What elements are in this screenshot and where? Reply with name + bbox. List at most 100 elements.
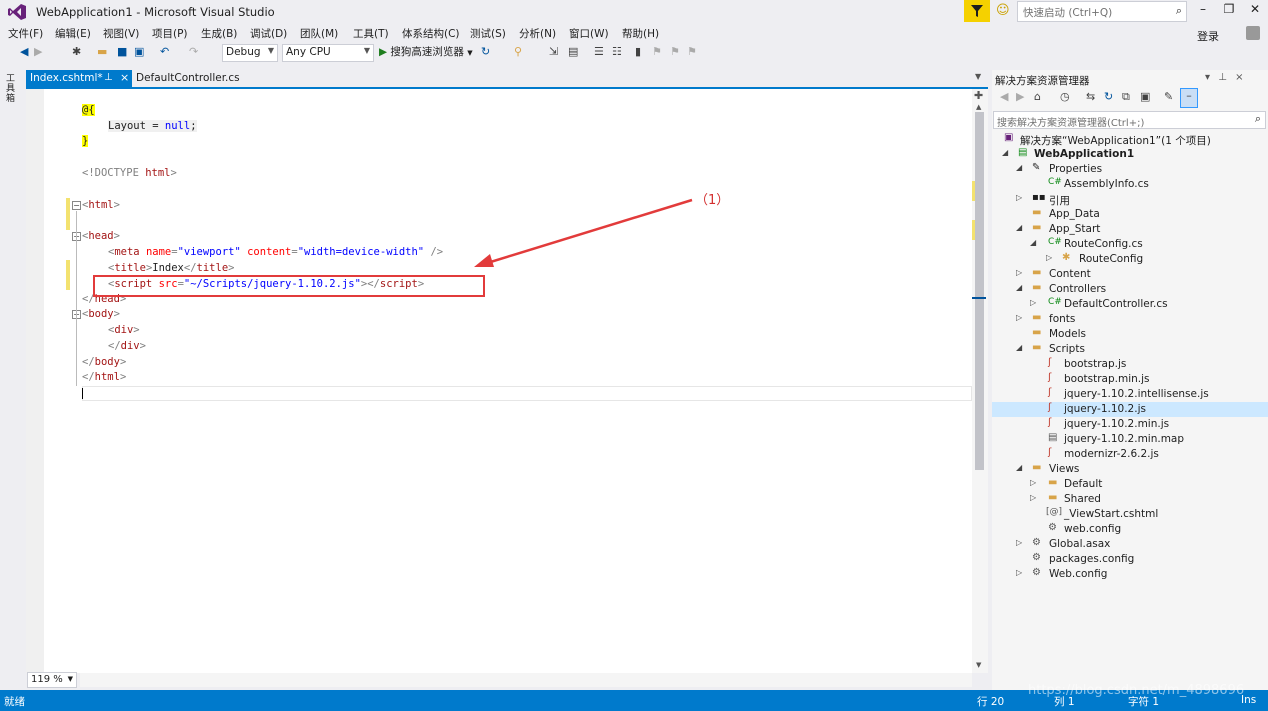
tree-item-jquery-min-js[interactable]: ʃ jquery-1.10.2.min.js [992, 417, 1268, 432]
collapsed-arrow-icon[interactable]: ▷ [1016, 568, 1022, 577]
menu-view[interactable]: 视图(V) [103, 26, 139, 41]
forward-icon[interactable]: ▶ [34, 45, 42, 58]
forward-icon[interactable]: ▶ [1016, 90, 1024, 103]
expanded-arrow-icon[interactable]: ◢ [1016, 343, 1022, 352]
solution-search-input[interactable]: 搜索解决方案资源管理器(Ctrl+;) ⌕ [993, 111, 1266, 129]
tree-item-jquery-intellisense[interactable]: ʃ jquery-1.10.2.intellisense.js [992, 387, 1268, 402]
redo-icon[interactable]: ↷ [189, 45, 198, 58]
tree-item-viewstart[interactable]: [@] _ViewStart.cshtml [992, 507, 1268, 522]
collapsed-arrow-icon[interactable]: ▷ [1016, 538, 1022, 547]
pin-icon[interactable]: ⊥ [1218, 72, 1227, 83]
step-icon[interactable]: ⇲ [549, 45, 558, 58]
tree-item-app-start[interactable]: ◢ ▬ App_Start [992, 222, 1268, 237]
tree-item-fonts[interactable]: ▷ ▬ fonts [992, 312, 1268, 327]
tab-default-controller[interactable]: DefaultController.cs [136, 72, 240, 84]
tree-item-routeconfig-class[interactable]: ▷ ✱ RouteConfig [992, 252, 1268, 267]
sync-icon[interactable]: ⇆ [1086, 90, 1095, 103]
split-plus-icon[interactable]: ✚ [974, 89, 983, 102]
collapsed-arrow-icon[interactable]: ▷ [1030, 493, 1036, 502]
tree-item-views[interactable]: ◢ ▬ Views [992, 462, 1268, 477]
expanded-arrow-icon[interactable]: ◢ [1016, 223, 1022, 232]
undo-icon[interactable]: ↶ [160, 45, 169, 58]
show-all-files-icon[interactable]: ▣ [1140, 90, 1150, 103]
menu-debug[interactable]: 调试(D) [250, 26, 287, 41]
outline-collapse-icon[interactable]: − [72, 201, 81, 210]
tree-item-modernizr[interactable]: ʃ modernizr-2.6.2.js [992, 447, 1268, 462]
scroll-up-icon[interactable]: ▲ [976, 103, 981, 111]
menu-architecture[interactable]: 体系结构(C) [402, 26, 460, 41]
menu-help[interactable]: 帮助(H) [622, 26, 659, 41]
chevron-down-icon[interactable]: ▾ [1205, 72, 1210, 83]
collapsed-arrow-icon[interactable]: ▷ [1030, 478, 1036, 487]
login-link[interactable]: 登录 [1197, 28, 1219, 44]
save-all-icon[interactable]: ▣ [134, 45, 144, 58]
account-avatar-icon[interactable] [1246, 26, 1260, 40]
tree-item-jquery-js[interactable]: ʃ jquery-1.10.2.js [992, 402, 1268, 417]
collapse-all-icon[interactable]: ⧉ [1122, 90, 1130, 104]
close-button[interactable]: ✕ [1242, 2, 1268, 20]
collapsed-arrow-icon[interactable]: ▷ [1016, 193, 1022, 202]
history-icon[interactable]: ◷ [1060, 90, 1070, 103]
properties-wrench-icon[interactable]: ✎ [1164, 90, 1173, 103]
menu-window[interactable]: 窗口(W) [569, 26, 609, 41]
pin-icon[interactable]: ⊥ [104, 72, 113, 83]
restore-button[interactable]: ❐ [1216, 2, 1242, 20]
open-folder-icon[interactable]: ▬ [97, 45, 107, 58]
run-browser-button[interactable]: ▶ 搜狗高速浏览器 ▼ [379, 44, 473, 59]
collapsed-arrow-icon[interactable]: ▷ [1016, 313, 1022, 322]
tree-item-assemblyinfo[interactable]: C# AssemblyInfo.cs [992, 177, 1268, 192]
collapsed-arrow-icon[interactable]: ▷ [1016, 268, 1022, 277]
uncomment-icon[interactable]: ☷ [612, 45, 622, 58]
back-icon[interactable]: ◀ [20, 45, 28, 58]
preview-icon[interactable]: – [1180, 88, 1198, 108]
tree-item-routeconfig-cs[interactable]: ◢ C# RouteConfig.cs [992, 237, 1268, 252]
back-icon[interactable]: ◀ [1000, 90, 1008, 103]
bookmark-icon[interactable]: ▮ [635, 45, 641, 58]
next-bookmark-icon[interactable]: ⚑ [670, 45, 680, 58]
menu-project[interactable]: 项目(P) [152, 26, 188, 41]
prev-bookmark-icon[interactable]: ⚑ [652, 45, 662, 58]
close-icon[interactable]: × [1235, 72, 1243, 83]
expanded-arrow-icon[interactable]: ◢ [1016, 163, 1022, 172]
tree-item-views-shared[interactable]: ▷ ▬ Shared [992, 492, 1268, 507]
solution-platform-select[interactable]: Any CPU ▼ [282, 44, 374, 62]
collapsed-arrow-icon[interactable]: ▷ [1046, 253, 1052, 262]
expanded-arrow-icon[interactable]: ◢ [1016, 283, 1022, 292]
editor-horizontal-scrollbar[interactable] [80, 673, 972, 687]
tree-item-packages-config[interactable]: ⚙ packages.config [992, 552, 1268, 567]
tree-item-controllers[interactable]: ◢ ▬ Controllers [992, 282, 1268, 297]
tree-item-global-asax[interactable]: ▷ ⚙ Global.asax [992, 537, 1268, 552]
collapsed-arrow-icon[interactable]: ▷ [1030, 298, 1036, 307]
tree-item-defaultcontroller[interactable]: ▷ C# DefaultController.cs [992, 297, 1268, 312]
tree-item-bootstrap-js[interactable]: ʃ bootstrap.js [992, 357, 1268, 372]
menu-build[interactable]: 生成(B) [201, 26, 237, 41]
tree-item-views-default[interactable]: ▷ ▬ Default [992, 477, 1268, 492]
save-icon[interactable]: ■ [117, 45, 127, 58]
minimize-button[interactable]: – [1190, 2, 1216, 20]
scroll-down-icon[interactable]: ▼ [976, 661, 981, 669]
menu-tools[interactable]: 工具(T) [353, 26, 389, 41]
expanded-arrow-icon[interactable]: ◢ [1030, 238, 1036, 247]
tree-item-models[interactable]: ▬ Models [992, 327, 1268, 342]
home-icon[interactable]: ⌂ [1034, 90, 1041, 103]
tree-item-project[interactable]: ◢ ▤ WebApplication1 [992, 147, 1268, 162]
feedback-smiley-icon[interactable]: ☺ [996, 3, 1010, 18]
tree-item-bootstrap-min-js[interactable]: ʃ bootstrap.min.js [992, 372, 1268, 387]
tree-item-solution[interactable]: ▣ 解决方案“WebApplication1”(1 个项目) [992, 132, 1268, 147]
menu-analyze[interactable]: 分析(N) [519, 26, 556, 41]
tree-item-views-webconfig[interactable]: ⚙ web.config [992, 522, 1268, 537]
solution-configuration-select[interactable]: Debug ▼ [222, 44, 278, 62]
menu-team[interactable]: 团队(M) [300, 26, 338, 41]
notifications-button[interactable] [964, 0, 990, 22]
menu-file[interactable]: 文件(F) [8, 26, 43, 41]
new-project-icon[interactable]: ✱ [72, 45, 81, 58]
tree-item-content[interactable]: ▷ ▬ Content [992, 267, 1268, 282]
find-icon[interactable]: ⚲ [514, 45, 522, 58]
toolbox-tab[interactable]: 工具箱 [6, 74, 18, 104]
tab-list-dropdown-icon[interactable]: ▼ [975, 72, 981, 81]
tree-item-app-data[interactable]: ▬ App_Data [992, 207, 1268, 222]
menu-edit[interactable]: 编辑(E) [55, 26, 91, 41]
close-icon[interactable]: × [120, 71, 129, 84]
refresh-icon[interactable]: ↻ [481, 45, 490, 58]
expanded-arrow-icon[interactable]: ◢ [1016, 463, 1022, 472]
